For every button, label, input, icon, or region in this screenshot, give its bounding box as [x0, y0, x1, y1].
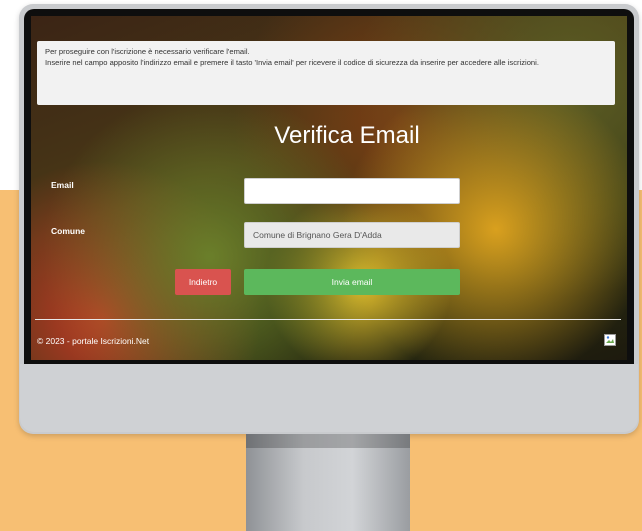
monitor-chin: [20, 364, 638, 432]
broken-image-icon: [604, 334, 616, 346]
footer-divider: [35, 319, 621, 320]
email-label: Email: [51, 180, 74, 190]
email-field[interactable]: [244, 178, 460, 204]
footer-copyright: © 2023 - portale Iscrizioni.Net: [37, 336, 150, 346]
info-message-box: Per proseguire con l'iscrizione è necess…: [37, 41, 615, 105]
monitor-stand: [246, 434, 410, 531]
page-title: Verifica Email: [274, 122, 420, 149]
back-button[interactable]: Indietro: [175, 269, 231, 295]
comune-label: Comune: [51, 226, 85, 236]
info-line-1: Per proseguire con l'iscrizione è necess…: [45, 47, 250, 56]
info-line-2: Inserire nel campo apposito l'indirizzo …: [45, 57, 539, 67]
comune-field: Comune di Brignano Gera D'Adda: [244, 222, 460, 248]
monitor-stand-shadow: [246, 434, 410, 448]
send-email-button[interactable]: Invia email: [244, 269, 460, 295]
screen: Per proseguire con l'iscrizione è necess…: [31, 16, 627, 360]
